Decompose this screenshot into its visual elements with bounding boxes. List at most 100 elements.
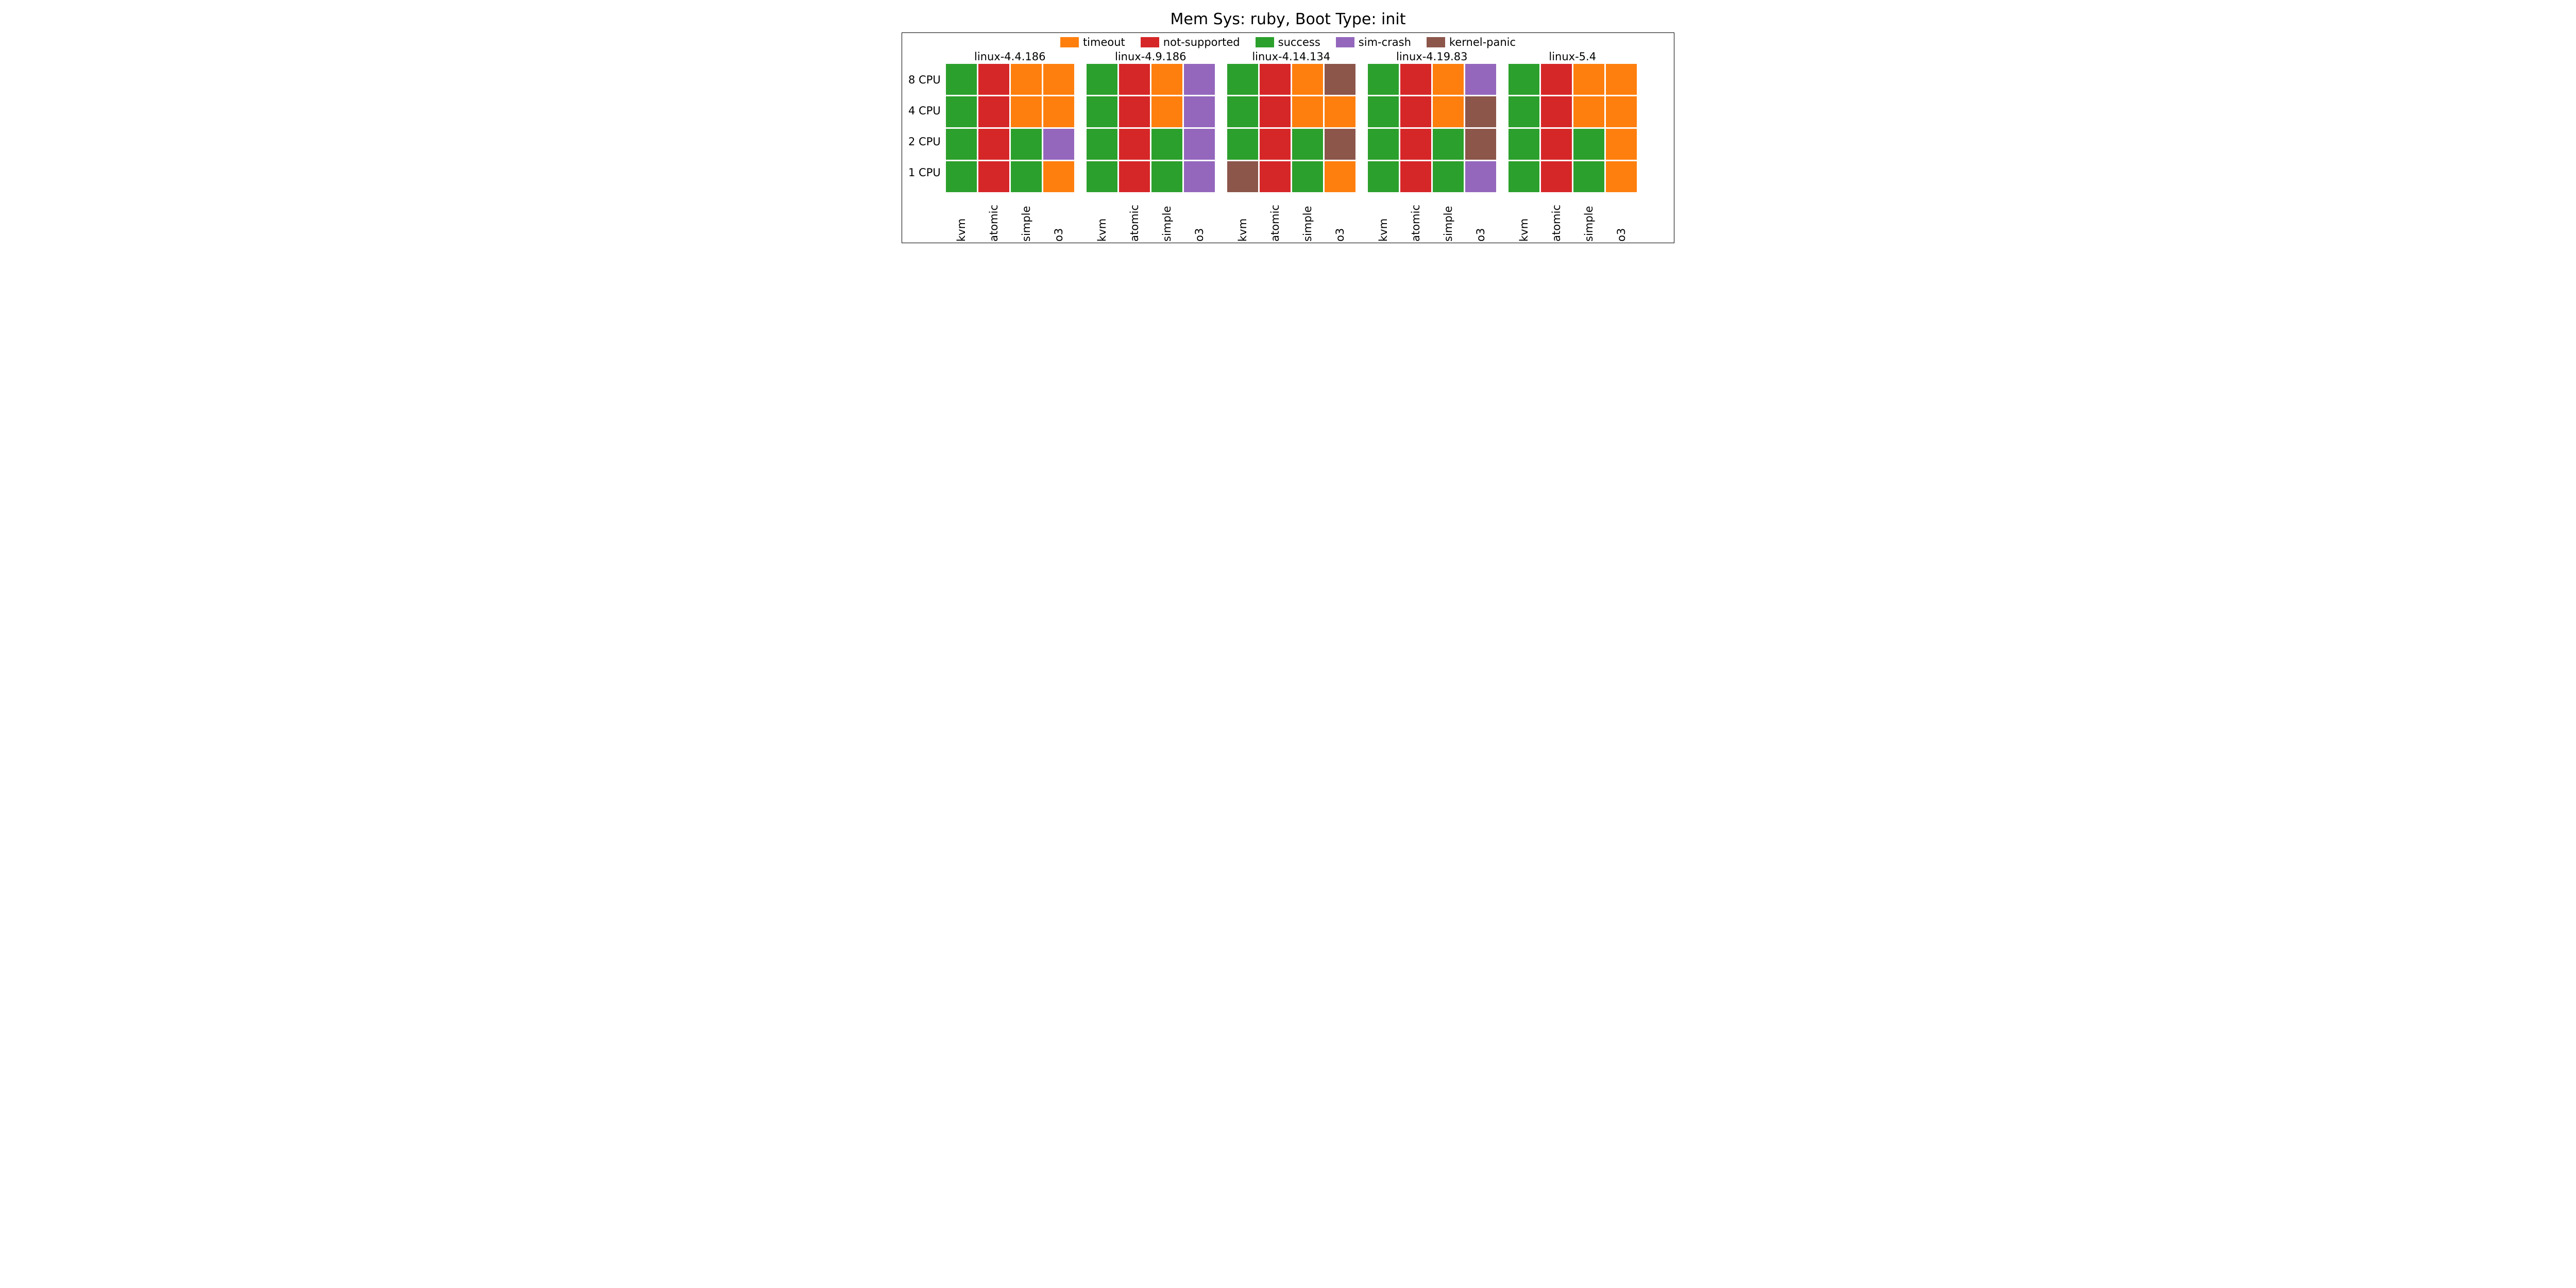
x-tick: kvm: [1227, 195, 1258, 242]
y-tick: 1 CPU: [908, 157, 941, 188]
heatmap-cell: [1606, 64, 1637, 95]
heatmap-cell: [1119, 96, 1150, 127]
figure: Mem Sys: ruby, Boot Type: init timeoutno…: [902, 10, 1674, 243]
heatmap-cell: [1433, 64, 1464, 95]
heatmap-cell: [1541, 64, 1572, 95]
heatmap-cell: [1151, 96, 1182, 127]
heatmap-cell: [1184, 96, 1215, 127]
x-tick: o3: [1043, 195, 1074, 242]
panel: linux-4.14.134kvmatomicsimpleo3: [1227, 50, 1355, 242]
heatmap-cell: [946, 129, 977, 160]
y-tick: 8 CPU: [908, 64, 941, 95]
heatmap-cell: [1184, 161, 1215, 192]
heatmap-cell: [1400, 161, 1431, 192]
heatmap-cell: [1606, 129, 1637, 160]
heatmap-cell: [1541, 161, 1572, 192]
heatmap-cell: [1400, 96, 1431, 127]
heatmap-cell: [1043, 64, 1074, 95]
x-tick: atomic: [1541, 195, 1572, 242]
heatmap-cell: [1260, 64, 1291, 95]
legend-swatch: [1427, 37, 1445, 47]
x-tick-labels: kvmatomicsimpleo3: [946, 195, 1074, 242]
legend-item: sim-crash: [1336, 36, 1411, 48]
legend-label: sim-crash: [1359, 36, 1411, 48]
panel: linux-4.19.83kvmatomicsimpleo3: [1368, 50, 1496, 242]
heatmap-cell: [1465, 96, 1496, 127]
x-tick: atomic: [1400, 195, 1431, 242]
heatmap-cell: [1151, 64, 1182, 95]
heatmap-cell: [1119, 161, 1150, 192]
heatmap: [1087, 64, 1215, 192]
heatmap-cell: [978, 64, 1009, 95]
heatmap-cell: [1368, 96, 1399, 127]
legend-swatch: [1256, 37, 1274, 47]
heatmap-cell: [1184, 64, 1215, 95]
x-tick-labels: kvmatomicsimpleo3: [1509, 195, 1637, 242]
legend-swatch: [1141, 37, 1159, 47]
heatmap-cell: [1465, 161, 1496, 192]
heatmap-cell: [978, 129, 1009, 160]
x-tick: o3: [1606, 195, 1637, 242]
heatmap-cell: [1368, 161, 1399, 192]
heatmap: [946, 64, 1074, 192]
heatmap-cell: [1087, 64, 1117, 95]
heatmap-cell: [1119, 64, 1150, 95]
x-tick-labels: kvmatomicsimpleo3: [1227, 195, 1355, 242]
heatmap-cell: [1011, 129, 1042, 160]
x-tick: simple: [1573, 195, 1604, 242]
heatmap-cell: [1227, 129, 1258, 160]
heatmap-cell: [1325, 129, 1355, 160]
legend-swatch: [1060, 37, 1079, 47]
heatmap-cell: [1227, 161, 1258, 192]
heatmap-cell: [1119, 129, 1150, 160]
heatmap-cell: [1292, 129, 1323, 160]
panel-title: linux-4.4.186: [974, 50, 1045, 63]
heatmap-cell: [1043, 129, 1074, 160]
grid-wrap: 8 CPU4 CPU2 CPU1 CPU linux-4.4.186kvmato…: [908, 50, 1668, 242]
heatmap-cell: [1184, 129, 1215, 160]
heatmap-cell: [1227, 96, 1258, 127]
legend: timeoutnot-supportedsuccesssim-crashkern…: [908, 36, 1668, 48]
legend-label: kernel-panic: [1449, 36, 1516, 48]
y-axis: 8 CPU4 CPU2 CPU1 CPU: [908, 50, 946, 188]
x-tick: simple: [1151, 195, 1182, 242]
x-tick: atomic: [1260, 195, 1291, 242]
x-tick-labels: kvmatomicsimpleo3: [1087, 195, 1215, 242]
heatmap-cell: [1573, 129, 1604, 160]
heatmap-cell: [1260, 129, 1291, 160]
x-tick: o3: [1184, 195, 1215, 242]
x-tick: simple: [1292, 195, 1323, 242]
panel: linux-4.4.186 kvmatomicsimpleo3: [946, 50, 1074, 242]
heatmap-cell: [1368, 64, 1399, 95]
heatmap-cell: [1573, 161, 1604, 192]
heatmap-cell: [1509, 96, 1539, 127]
heatmap-cell: [946, 64, 977, 95]
x-tick-labels: kvmatomicsimpleo3: [1368, 195, 1496, 242]
heatmap-cell: [1325, 64, 1355, 95]
heatmap-cell: [1433, 161, 1464, 192]
heatmap-cell: [1011, 161, 1042, 192]
heatmap-cell: [1260, 96, 1291, 127]
chart-title: Mem Sys: ruby, Boot Type: init: [902, 10, 1674, 28]
legend-item: success: [1256, 36, 1320, 48]
legend-swatch: [1336, 37, 1354, 47]
x-tick: kvm: [1509, 195, 1539, 242]
heatmap-cell: [946, 161, 977, 192]
heatmap-cell: [1151, 129, 1182, 160]
x-tick: o3: [1325, 195, 1355, 242]
x-tick: simple: [1433, 195, 1464, 242]
heatmap-cell: [1433, 129, 1464, 160]
heatmap-cell: [1573, 64, 1604, 95]
legend-item: kernel-panic: [1427, 36, 1516, 48]
heatmap-cell: [1573, 96, 1604, 127]
x-tick: atomic: [978, 195, 1009, 242]
heatmap-cell: [1043, 96, 1074, 127]
heatmap-cell: [1465, 64, 1496, 95]
heatmap: [1227, 64, 1355, 192]
heatmap-cell: [1325, 161, 1355, 192]
heatmap-cell: [1509, 64, 1539, 95]
heatmap-cell: [1087, 129, 1117, 160]
heatmap-cell: [1541, 129, 1572, 160]
panel-title: linux-5.4: [1549, 50, 1596, 63]
y-tick: 4 CPU: [908, 95, 941, 126]
